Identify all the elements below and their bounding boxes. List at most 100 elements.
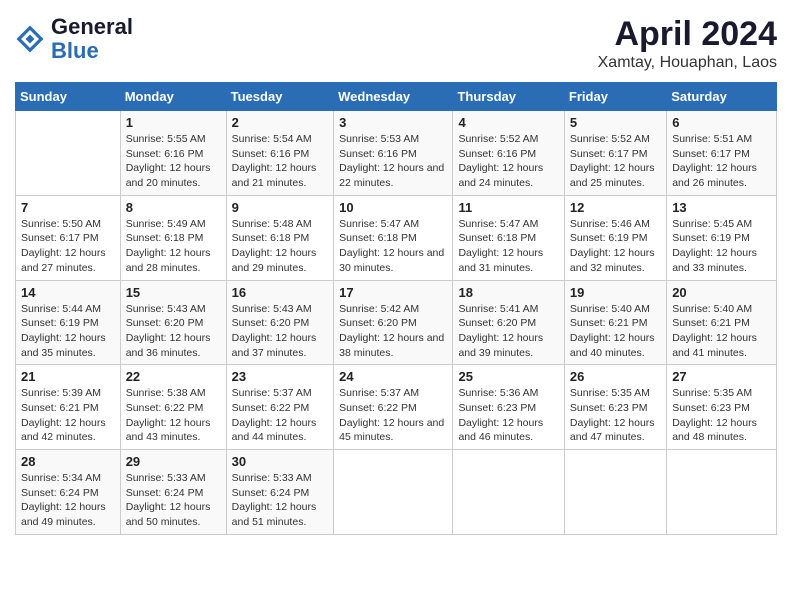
day-info: Sunrise: 5:47 AMSunset: 6:18 PMDaylight:… — [458, 217, 558, 276]
day-number: 15 — [126, 285, 221, 300]
subtitle: Xamtay, Houaphan, Laos — [598, 54, 777, 72]
day-number: 1 — [126, 115, 221, 130]
day-number: 26 — [570, 369, 661, 384]
day-number: 18 — [458, 285, 558, 300]
col-header-sunday: Sunday — [16, 83, 121, 111]
calendar-cell: 12Sunrise: 5:46 AMSunset: 6:19 PMDayligh… — [564, 195, 666, 280]
day-number: 19 — [570, 285, 661, 300]
calendar-cell: 21 Sunrise: 5:39 AMSunset: 6:21 PMDayligh… — [16, 365, 121, 450]
day-number: 28 — [21, 454, 115, 469]
day-number: 22 — [126, 369, 221, 384]
logo-line1: General — [51, 15, 133, 39]
col-header-wednesday: Wednesday — [334, 83, 453, 111]
calendar-cell: 22 Sunrise: 5:38 AMSunset: 6:22 PMDayligh… — [120, 365, 226, 450]
day-number: 6 — [672, 115, 771, 130]
calendar-cell: 26 Sunrise: 5:35 AMSunset: 6:23 PMDayligh… — [564, 365, 666, 450]
calendar-cell: 4 Sunrise: 5:52 AMSunset: 6:16 PMDaylight… — [453, 111, 564, 196]
calendar-cell: 10Sunrise: 5:47 AMSunset: 6:18 PMDayligh… — [334, 195, 453, 280]
logo-text: General Blue — [51, 15, 133, 63]
day-info: Sunrise: 5:53 AMSunset: 6:16 PMDaylight:… — [339, 132, 447, 191]
day-number: 23 — [232, 369, 329, 384]
day-info: Sunrise: 5:43 AMSunset: 6:20 PMDaylight:… — [126, 302, 221, 361]
calendar-cell: 25 Sunrise: 5:36 AMSunset: 6:23 PMDayligh… — [453, 365, 564, 450]
day-number: 27 — [672, 369, 771, 384]
day-info: Sunrise: 5:34 AMSunset: 6:24 PMDaylight:… — [21, 471, 115, 530]
calendar-cell — [453, 450, 564, 535]
calendar-table: SundayMondayTuesdayWednesdayThursdayFrid… — [15, 82, 777, 535]
day-info: Sunrise: 5:33 AMSunset: 6:24 PMDaylight:… — [126, 471, 221, 530]
main-title: April 2024 — [598, 15, 777, 54]
day-number: 20 — [672, 285, 771, 300]
day-info: Sunrise: 5:45 AMSunset: 6:19 PMDaylight:… — [672, 217, 771, 276]
day-info: Sunrise: 5:50 AMSunset: 6:17 PMDaylight:… — [21, 217, 115, 276]
day-info: Sunrise: 5:40 AMSunset: 6:21 PMDaylight:… — [672, 302, 771, 361]
day-number: 3 — [339, 115, 447, 130]
calendar-cell: 1 Sunrise: 5:55 AMSunset: 6:16 PMDaylight… — [120, 111, 226, 196]
day-info: Sunrise: 5:52 AMSunset: 6:16 PMDaylight:… — [458, 132, 558, 191]
day-number: 21 — [21, 369, 115, 384]
day-info: Sunrise: 5:33 AMSunset: 6:24 PMDaylight:… — [232, 471, 329, 530]
calendar-cell: 29 Sunrise: 5:33 AMSunset: 6:24 PMDayligh… — [120, 450, 226, 535]
day-info: Sunrise: 5:49 AMSunset: 6:18 PMDaylight:… — [126, 217, 221, 276]
col-header-monday: Monday — [120, 83, 226, 111]
calendar-cell: 15 Sunrise: 5:43 AMSunset: 6:20 PMDayligh… — [120, 280, 226, 365]
logo-line2: Blue — [51, 39, 133, 63]
day-info: Sunrise: 5:54 AMSunset: 6:16 PMDaylight:… — [232, 132, 329, 191]
calendar-cell — [334, 450, 453, 535]
day-info: Sunrise: 5:39 AMSunset: 6:21 PMDaylight:… — [21, 386, 115, 445]
title-block: April 2024 Xamtay, Houaphan, Laos — [598, 15, 777, 72]
day-info: Sunrise: 5:42 AMSunset: 6:20 PMDaylight:… — [339, 302, 447, 361]
calendar-cell: 3 Sunrise: 5:53 AMSunset: 6:16 PMDaylight… — [334, 111, 453, 196]
day-info: Sunrise: 5:46 AMSunset: 6:19 PMDaylight:… — [570, 217, 661, 276]
day-number: 17 — [339, 285, 447, 300]
calendar-cell: 18 Sunrise: 5:41 AMSunset: 6:20 PMDayligh… — [453, 280, 564, 365]
calendar-cell: 14 Sunrise: 5:44 AMSunset: 6:19 PMDayligh… — [16, 280, 121, 365]
calendar-cell: 2 Sunrise: 5:54 AMSunset: 6:16 PMDaylight… — [226, 111, 334, 196]
day-number: 4 — [458, 115, 558, 130]
calendar-cell: 11 Sunrise: 5:47 AMSunset: 6:18 PMDayligh… — [453, 195, 564, 280]
calendar-cell — [16, 111, 121, 196]
day-number: 13 — [672, 200, 771, 215]
day-number: 9 — [232, 200, 329, 215]
day-info: Sunrise: 5:35 AMSunset: 6:23 PMDaylight:… — [570, 386, 661, 445]
day-number: 2 — [232, 115, 329, 130]
day-number: 30 — [232, 454, 329, 469]
day-info: Sunrise: 5:38 AMSunset: 6:22 PMDaylight:… — [126, 386, 221, 445]
calendar-cell: 7 Sunrise: 5:50 AMSunset: 6:17 PMDaylight… — [16, 195, 121, 280]
col-header-saturday: Saturday — [667, 83, 777, 111]
day-number: 11 — [458, 200, 558, 215]
page-header: General Blue April 2024 Xamtay, Houaphan… — [15, 15, 777, 72]
day-info: Sunrise: 5:37 AMSunset: 6:22 PMDaylight:… — [339, 386, 447, 445]
calendar-cell: 30 Sunrise: 5:33 AMSunset: 6:24 PMDayligh… — [226, 450, 334, 535]
col-header-friday: Friday — [564, 83, 666, 111]
calendar-cell: 8 Sunrise: 5:49 AMSunset: 6:18 PMDaylight… — [120, 195, 226, 280]
calendar-cell: 5Sunrise: 5:52 AMSunset: 6:17 PMDaylight… — [564, 111, 666, 196]
day-info: Sunrise: 5:55 AMSunset: 6:16 PMDaylight:… — [126, 132, 221, 191]
day-info: Sunrise: 5:37 AMSunset: 6:22 PMDaylight:… — [232, 386, 329, 445]
day-number: 16 — [232, 285, 329, 300]
day-info: Sunrise: 5:52 AMSunset: 6:17 PMDaylight:… — [570, 132, 661, 191]
calendar-cell: 28 Sunrise: 5:34 AMSunset: 6:24 PMDayligh… — [16, 450, 121, 535]
calendar-cell: 20 Sunrise: 5:40 AMSunset: 6:21 PMDayligh… — [667, 280, 777, 365]
day-number: 8 — [126, 200, 221, 215]
calendar-cell — [564, 450, 666, 535]
calendar-cell: 27 Sunrise: 5:35 AMSunset: 6:23 PMDayligh… — [667, 365, 777, 450]
day-info: Sunrise: 5:36 AMSunset: 6:23 PMDaylight:… — [458, 386, 558, 445]
calendar-cell: 17 Sunrise: 5:42 AMSunset: 6:20 PMDayligh… — [334, 280, 453, 365]
day-info: Sunrise: 5:41 AMSunset: 6:20 PMDaylight:… — [458, 302, 558, 361]
day-number: 14 — [21, 285, 115, 300]
day-number: 7 — [21, 200, 115, 215]
logo: General Blue — [15, 15, 133, 63]
calendar-cell: 6Sunrise: 5:51 AMSunset: 6:17 PMDaylight… — [667, 111, 777, 196]
calendar-cell: 19Sunrise: 5:40 AMSunset: 6:21 PMDayligh… — [564, 280, 666, 365]
calendar-cell: 23 Sunrise: 5:37 AMSunset: 6:22 PMDayligh… — [226, 365, 334, 450]
day-info: Sunrise: 5:44 AMSunset: 6:19 PMDaylight:… — [21, 302, 115, 361]
day-number: 25 — [458, 369, 558, 384]
day-info: Sunrise: 5:43 AMSunset: 6:20 PMDaylight:… — [232, 302, 329, 361]
day-number: 29 — [126, 454, 221, 469]
calendar-cell: 13 Sunrise: 5:45 AMSunset: 6:19 PMDayligh… — [667, 195, 777, 280]
col-header-thursday: Thursday — [453, 83, 564, 111]
day-number: 10 — [339, 200, 447, 215]
day-info: Sunrise: 5:35 AMSunset: 6:23 PMDaylight:… — [672, 386, 771, 445]
calendar-cell: 9Sunrise: 5:48 AMSunset: 6:18 PMDaylight… — [226, 195, 334, 280]
